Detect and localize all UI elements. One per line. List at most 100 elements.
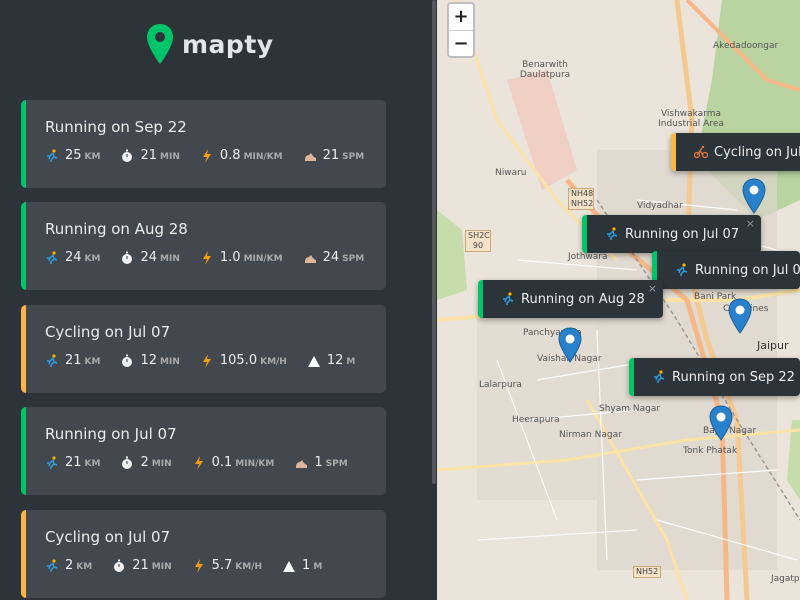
stopwatch-icon bbox=[120, 354, 134, 368]
workout-detail-unit: KM bbox=[84, 152, 101, 162]
workout-detail: 24 SPM bbox=[303, 250, 365, 265]
workout-detail-unit: KM bbox=[84, 459, 101, 469]
cyclist-icon bbox=[693, 145, 709, 159]
workout-detail-unit: KM/H bbox=[235, 562, 263, 572]
workout-card-running[interactable]: Running on Aug 28 24 KM 24 MIN 1.0 MIN/KM 24 SPM bbox=[21, 202, 386, 290]
runner-icon bbox=[652, 370, 666, 384]
zoom-out-button[interactable]: − bbox=[449, 30, 473, 56]
workout-details: 25 KM 21 MIN 0.8 MIN/KM 21 SPM bbox=[45, 148, 384, 163]
runner-icon bbox=[501, 292, 515, 306]
scrollbar-thumb[interactable] bbox=[432, 0, 436, 484]
workout-details: 24 KM 24 MIN 1.0 MIN/KM 24 SPM bbox=[45, 250, 384, 265]
bolt-icon bbox=[200, 250, 214, 265]
workout-detail-value: 0.8 bbox=[219, 148, 241, 163]
zoom-in-button[interactable]: + bbox=[449, 4, 473, 30]
footprint-icon bbox=[303, 149, 317, 163]
workout-detail: 21 KM bbox=[45, 455, 100, 470]
workout-detail-value: 1.0 bbox=[219, 250, 241, 265]
workout-title: Running on Aug 28 bbox=[45, 220, 188, 238]
map-label: Akedadoongar bbox=[713, 41, 779, 51]
workout-detail: 2 MIN bbox=[120, 455, 172, 470]
workout-detail-unit: MIN/KM bbox=[243, 254, 283, 264]
workout-popup[interactable]: Running on Jul 07 × bbox=[582, 215, 761, 253]
workout-popup[interactable]: Cycling on Jul 07 bbox=[671, 133, 800, 171]
popup-text: Cycling on Jul 07 bbox=[714, 144, 800, 160]
workout-popup[interactable]: Running on Sep 22 bbox=[629, 358, 800, 396]
stopwatch-icon bbox=[112, 559, 126, 573]
workout-detail-value: 24 bbox=[65, 250, 82, 265]
workout-card-cycling[interactable]: Cycling on Jul 07 2 KM 21 MIN 5.7 KM/H 1 M bbox=[21, 510, 386, 598]
workout-detail: 0.1 MIN/KM bbox=[192, 455, 274, 470]
workout-popup[interactable]: Running on Jul 07 bbox=[652, 251, 800, 289]
map-label: Vidyadhar bbox=[637, 201, 683, 211]
popup-text: Running on Jul 07 bbox=[695, 262, 800, 278]
runner-icon bbox=[605, 227, 619, 241]
workout-detail-value: 2 bbox=[65, 558, 74, 573]
highway-shield: SH2C 90 bbox=[465, 230, 491, 252]
workout-detail: 21 SPM bbox=[303, 148, 364, 163]
map-label: Tonk Phatak bbox=[683, 446, 738, 456]
workout-detail: 24 MIN bbox=[120, 250, 180, 265]
runner-icon bbox=[45, 250, 59, 265]
bolt-icon bbox=[200, 353, 214, 368]
workout-details: 2 KM 21 MIN 5.7 KM/H 1 M bbox=[45, 558, 342, 573]
workout-title: Running on Jul 07 bbox=[45, 425, 177, 443]
logo-text: mapty bbox=[182, 29, 274, 59]
map-label: Benarwith Daulatpura bbox=[519, 60, 571, 80]
popup-text: Running on Jul 07 bbox=[625, 226, 740, 242]
workout-detail-value: 5.7 bbox=[211, 558, 233, 573]
logo: mapty bbox=[146, 22, 274, 66]
mountain-icon bbox=[307, 354, 321, 368]
workout-detail-value: 12 bbox=[326, 353, 344, 368]
workout-detail-value: 0.1 bbox=[211, 455, 233, 470]
bolt-icon bbox=[192, 558, 206, 573]
stopwatch-icon bbox=[120, 456, 134, 470]
workout-card-running[interactable]: Running on Jul 07 21 KM 2 MIN 0.1 MIN/KM 1 SPM bbox=[21, 407, 386, 495]
workout-detail-unit: MIN bbox=[160, 254, 180, 264]
workout-detail-value: 1 bbox=[314, 455, 323, 470]
map-marker-icon[interactable] bbox=[742, 178, 766, 214]
workout-title: Cycling on Jul 07 bbox=[45, 323, 171, 341]
workout-detail-value: 21 bbox=[132, 558, 149, 573]
workout-detail-value: 1 bbox=[302, 558, 311, 573]
workout-popup[interactable]: Running on Aug 28 × bbox=[478, 280, 663, 318]
workout-detail: 21 MIN bbox=[112, 558, 172, 573]
workout-detail-unit: MIN bbox=[160, 152, 180, 162]
workout-detail-unit: MIN bbox=[160, 357, 180, 367]
workout-detail-value: 21 bbox=[65, 353, 82, 368]
map-label: Jothwara bbox=[568, 252, 608, 262]
map-label: Vishwakarma Industrial Area bbox=[658, 109, 724, 129]
bolt-icon bbox=[200, 148, 214, 163]
workout-detail-value: 24 bbox=[322, 250, 340, 265]
map-marker-icon[interactable] bbox=[709, 405, 733, 441]
workout-detail-unit: SPM bbox=[342, 254, 365, 264]
workout-detail: 25 KM bbox=[45, 148, 100, 163]
workout-detail: 1M bbox=[282, 558, 322, 573]
workout-card-running[interactable]: Running on Sep 22 25 KM 21 MIN 0.8 MIN/KM 21 SPM bbox=[21, 100, 386, 188]
map-marker-icon[interactable] bbox=[558, 327, 582, 363]
workout-detail-value: 21 bbox=[65, 455, 82, 470]
workout-details: 21 KM 12 MIN 105.0 KM/H 12 M bbox=[45, 353, 375, 368]
workout-detail: 21 MIN bbox=[120, 148, 180, 163]
map-marker-icon[interactable] bbox=[728, 298, 752, 334]
workout-card-cycling[interactable]: Cycling on Jul 07 21 KM 12 MIN 105.0 KM/H 12 M bbox=[21, 305, 386, 393]
popup-close-button[interactable]: × bbox=[648, 282, 657, 295]
workout-detail: 21 KM bbox=[45, 353, 100, 368]
zoom-control: + − bbox=[447, 2, 475, 58]
footprint-icon bbox=[303, 251, 317, 265]
map[interactable]: + − Akedadoongar Benarwith Daulatpura Vi… bbox=[437, 0, 800, 600]
workout-detail-value: 21 bbox=[140, 148, 158, 163]
footprint-icon bbox=[294, 456, 308, 470]
mountain-icon bbox=[282, 559, 296, 573]
workout-detail: 105.0 KM/H bbox=[200, 353, 287, 368]
workout-detail-unit: SPM bbox=[325, 459, 348, 469]
map-label: Shyam Nagar bbox=[599, 404, 661, 414]
workout-detail: 12 M bbox=[307, 353, 356, 368]
stopwatch-icon bbox=[120, 251, 134, 265]
popup-close-button[interactable]: × bbox=[746, 217, 755, 230]
map-label: Nirman Nagar bbox=[559, 430, 622, 440]
workout-detail-value: 12 bbox=[140, 353, 158, 368]
workout-detail-unit: M bbox=[346, 357, 356, 367]
runner-icon bbox=[45, 455, 59, 470]
workout-detail: 1 SPM bbox=[294, 455, 348, 470]
